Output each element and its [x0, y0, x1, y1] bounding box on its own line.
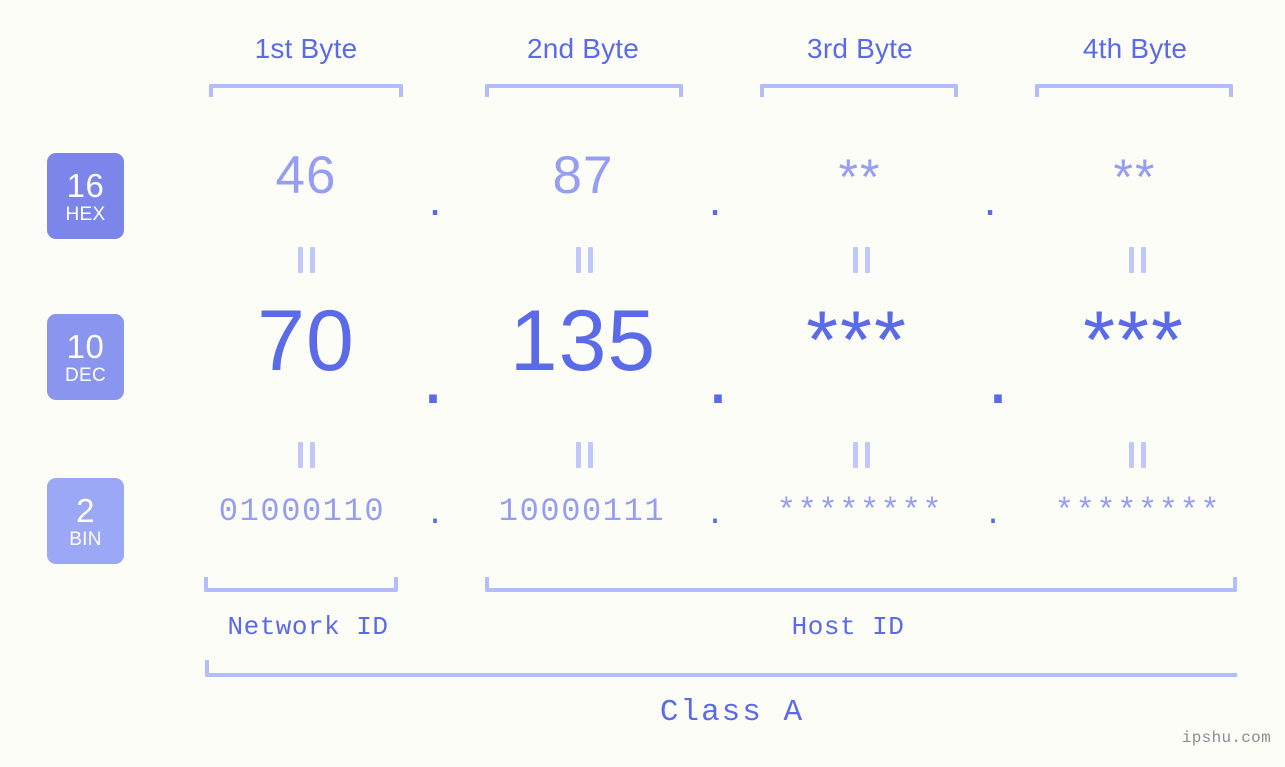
- bin-byte-1: 01000110: [218, 493, 386, 530]
- hex-separator-2: .: [708, 173, 722, 225]
- byte-header-2: 2nd Byte: [526, 33, 640, 64]
- base-badge-hex[interactable]: 16 HEX: [47, 153, 124, 239]
- bin-byte-3: ********: [776, 493, 944, 530]
- network-id-bracket: [204, 577, 398, 592]
- host-id-label: Host ID: [791, 612, 905, 642]
- equals-mark-dec-bin-2: [571, 442, 597, 468]
- equals-mark-dec-bin-4: [1124, 442, 1150, 468]
- bin-byte-4: ********: [1054, 493, 1222, 530]
- equals-mark-dec-bin-1: [293, 442, 319, 468]
- dec-separator-2: .: [706, 331, 730, 420]
- base-badge-bin[interactable]: 2 BIN: [47, 478, 124, 564]
- base-badge-bin-name: BIN: [69, 528, 102, 550]
- byte-bracket-1: [209, 84, 403, 97]
- hex-byte-3: **: [838, 149, 882, 205]
- network-id-label: Network ID: [227, 612, 389, 642]
- hex-separator-3: .: [983, 173, 997, 225]
- byte-bracket-4: [1035, 84, 1233, 97]
- equals-mark-dec-bin-3: [848, 442, 874, 468]
- class-label: Class A: [659, 695, 805, 730]
- dec-separator-3: .: [986, 331, 1010, 420]
- base-badge-dec[interactable]: 10 DEC: [47, 314, 124, 400]
- bin-separator-2: .: [705, 498, 725, 533]
- site-watermark: ipshu.com: [1181, 729, 1271, 747]
- host-id-bracket: [485, 577, 1237, 592]
- ip-breakdown-diagram: 1st Byte 2nd Byte 3rd Byte 4th Byte 16 H…: [0, 0, 1285, 767]
- equals-mark-hex-dec-3: [848, 247, 874, 273]
- dec-byte-2: 135: [509, 293, 657, 389]
- base-badge-hex-name: HEX: [65, 203, 106, 225]
- hex-byte-2: 87: [552, 146, 614, 205]
- hex-byte-4: **: [1113, 149, 1157, 205]
- equals-mark-hex-dec-2: [571, 247, 597, 273]
- base-badge-dec-number: 10: [66, 327, 105, 365]
- bin-separator-1: .: [425, 498, 445, 533]
- hex-byte-1: 46: [275, 146, 337, 205]
- dec-separator-1: .: [421, 331, 445, 420]
- equals-mark-hex-dec-1: [293, 247, 319, 273]
- byte-bracket-3: [760, 84, 958, 97]
- class-bracket: [205, 660, 1237, 677]
- dec-byte-4: ***: [1083, 295, 1185, 386]
- dec-byte-3: ***: [806, 295, 908, 386]
- byte-bracket-2: [485, 84, 683, 97]
- bin-byte-2: 10000111: [498, 493, 666, 530]
- byte-header-1: 1st Byte: [254, 33, 358, 64]
- base-badge-hex-number: 16: [66, 166, 105, 204]
- base-badge-dec-name: DEC: [64, 364, 106, 386]
- byte-header-4: 4th Byte: [1082, 33, 1188, 64]
- byte-header-3: 3rd Byte: [807, 33, 913, 64]
- hex-separator-1: .: [428, 173, 442, 225]
- bin-separator-3: .: [983, 498, 1003, 533]
- equals-mark-hex-dec-4: [1124, 247, 1150, 273]
- base-badge-bin-number: 2: [76, 491, 95, 529]
- dec-byte-1: 70: [257, 293, 355, 389]
